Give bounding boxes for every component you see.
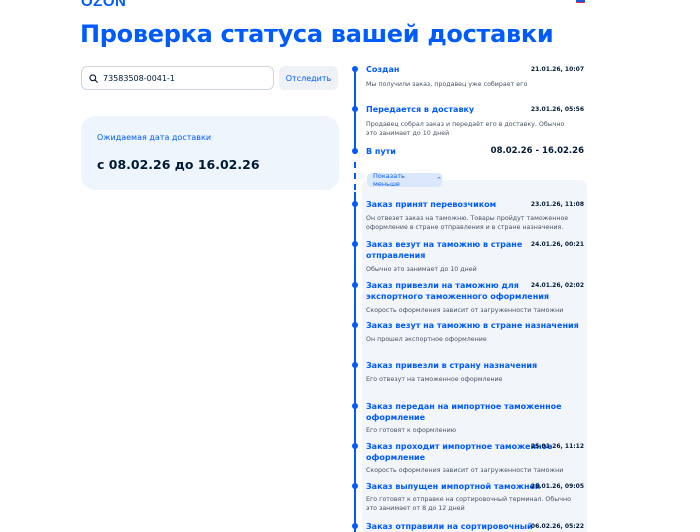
- show-less-label: Показать меньше: [373, 172, 405, 188]
- event-title: Заказ принят перевозчиком: [366, 200, 497, 209]
- event-date: 23.01.26, 05:56: [530, 106, 584, 113]
- expected-delivery-range: с 08.02.26 до 16.02.26: [97, 157, 260, 172]
- event-title: Заказ выпущен импортной таможней: [366, 482, 541, 491]
- timeline-dot: [352, 523, 358, 529]
- chevron-up-icon: ⌃: [436, 176, 442, 184]
- event-title: Заказ проходит импортное таможенное: [366, 442, 553, 451]
- event-description: Он отвезет заказ на таможню. Товары прой…: [366, 215, 569, 231]
- event-description: Продавец собрал заказ и передаёт его в д…: [366, 121, 565, 137]
- event-description: Его готовят к оформлению: [366, 427, 457, 434]
- event-description: Мы получили заказ, продавец уже собирает…: [366, 81, 528, 88]
- event-title-line-2: экспортного таможенного оформления: [366, 292, 550, 301]
- event-date: 24.01.26, 02:02: [530, 282, 584, 289]
- timeline-dot: [352, 483, 358, 489]
- event-title: Заказ передан на импортное таможенное: [366, 402, 562, 411]
- timeline-dot: [352, 282, 358, 288]
- event-title: В пути: [366, 147, 396, 156]
- tracking-number-field[interactable]: [81, 66, 274, 90]
- event-description: Его отвезут на таможенное оформление: [366, 376, 503, 383]
- event-description: Его готовят к отправке на сортировочный …: [366, 496, 571, 512]
- timeline-dot: [352, 322, 358, 328]
- timeline-dot: [352, 362, 358, 368]
- event-date: 25.01.26, 11:12: [530, 443, 584, 450]
- timeline-dashed-segment: [354, 162, 356, 190]
- timeline-dot: [352, 148, 358, 154]
- event-title-line-2: оформление: [366, 413, 426, 422]
- timeline-dot: [352, 241, 358, 247]
- event-title-line-2: оформление: [366, 453, 426, 462]
- event-date: 23.01.26, 11:08: [530, 201, 584, 208]
- timeline-dot: [352, 443, 358, 449]
- event-date: 24.01.26, 00:21: [530, 241, 584, 248]
- event-title: Заказ привезли на таможню для: [366, 281, 519, 290]
- event-date-range: 08.02.26 - 16.02.26: [490, 146, 584, 156]
- timeline-dot: [352, 201, 358, 207]
- detailed-events-panel: [362, 180, 587, 532]
- event-title-line-2: отправления: [366, 251, 426, 260]
- event-title: Создан: [366, 65, 400, 74]
- event-title: Заказ везут на таможню в стране: [366, 240, 523, 249]
- event-title: Передается в доставку: [366, 105, 475, 114]
- event-title: Заказ отправили на сортировочный: [366, 522, 533, 531]
- search-icon: [89, 73, 98, 83]
- event-description: Скорость оформления зависит от загруженн…: [366, 467, 564, 474]
- event-title: Заказ привезли в страну назначения: [366, 361, 538, 370]
- track-button[interactable]: Отследить: [279, 66, 338, 90]
- event-date: 06.02.26, 05:22: [530, 523, 584, 530]
- event-date: 28.01.26, 09:05: [530, 483, 584, 490]
- timeline-dot: [352, 106, 358, 112]
- language-flag-icon[interactable]: [576, 0, 585, 3]
- expected-delivery-label: Ожидаемая дата доставки: [97, 133, 212, 142]
- timeline-dot: [352, 66, 358, 72]
- ozon-logo[interactable]: OZON: [81, 0, 126, 10]
- expected-delivery-card: Ожидаемая дата доставки с 08.02.26 до 16…: [81, 116, 339, 190]
- event-date: 21.01.26, 10:07: [530, 66, 584, 73]
- event-title: Заказ везут на таможню в стране назначен…: [366, 321, 579, 330]
- timeline-dot: [352, 403, 358, 409]
- event-description: Он прошел экспортное оформление: [366, 336, 487, 343]
- event-description: Обычно это занимает до 10 дней: [366, 266, 477, 273]
- tracking-number-input[interactable]: [103, 73, 263, 83]
- show-less-button[interactable]: Показать меньше ⌃: [367, 172, 442, 188]
- event-description: Скорость оформления зависит от загруженн…: [366, 307, 564, 314]
- page-title: Проверка статуса вашей доставки: [80, 20, 554, 48]
